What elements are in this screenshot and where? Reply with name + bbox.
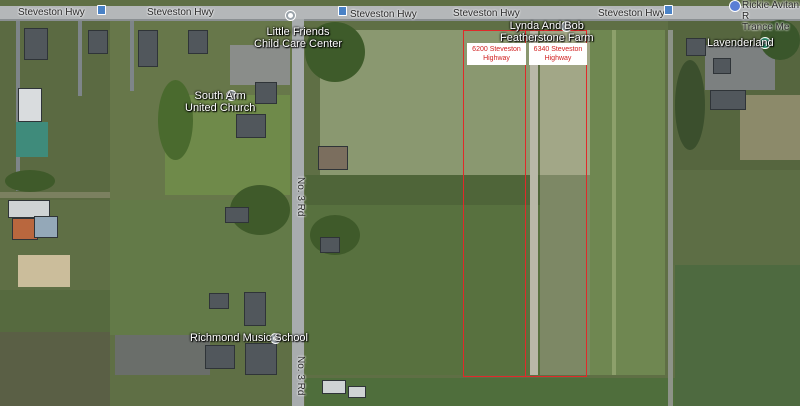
tree-cluster-7 bbox=[5, 170, 55, 192]
place-label-richmond-music-school[interactable]: Richmond Music School bbox=[190, 332, 308, 344]
place-label-rickie-avitan[interactable]: Rickie Avitan R Trance Me bbox=[742, 0, 800, 33]
building bbox=[188, 30, 208, 54]
road-label-no3-rd: No. 3 Rd bbox=[295, 356, 306, 396]
parcel-6340-outline[interactable] bbox=[525, 30, 587, 377]
music-school-building bbox=[205, 345, 235, 369]
road-label-steveston-hwy: Steveston Hwy bbox=[18, 7, 85, 18]
bus-stop-icon[interactable] bbox=[97, 5, 106, 15]
field-sw-strip bbox=[0, 290, 110, 332]
road-label-steveston-hwy: Steveston Hwy bbox=[598, 8, 665, 19]
parcel-6340-label[interactable]: 6340 Steveston Highway bbox=[529, 43, 587, 65]
childcare-parking bbox=[230, 45, 290, 85]
building bbox=[18, 88, 42, 122]
bus-stop-icon[interactable] bbox=[664, 5, 673, 15]
building bbox=[24, 28, 48, 60]
building bbox=[34, 216, 58, 238]
church-building bbox=[236, 114, 266, 138]
lavender-rows bbox=[740, 95, 800, 160]
building bbox=[209, 293, 229, 309]
building bbox=[320, 237, 340, 253]
bus-stop-icon[interactable] bbox=[338, 6, 347, 16]
place-label-lavenderland[interactable]: Lavenderland bbox=[707, 37, 774, 49]
road-label-steveston-hwy: Steveston Hwy bbox=[453, 8, 520, 19]
side-street-3 bbox=[130, 21, 134, 91]
place-label-south-arm-church[interactable]: South Arm United Church bbox=[185, 90, 255, 114]
building bbox=[686, 38, 706, 56]
lane-west bbox=[0, 192, 110, 198]
road-label-steveston-hwy: Steveston Hwy bbox=[350, 9, 417, 20]
place-label-featherstone-farm[interactable]: Lynda And Bob Featherstone Farm bbox=[500, 20, 594, 44]
building bbox=[225, 207, 249, 223]
field-se bbox=[675, 265, 800, 406]
building bbox=[255, 82, 277, 104]
road-label-steveston-hwy: Steveston Hwy bbox=[147, 7, 214, 18]
music-school-building bbox=[245, 343, 277, 375]
house bbox=[318, 146, 348, 170]
building bbox=[138, 30, 158, 67]
side-street-2 bbox=[78, 21, 82, 96]
parcel-6200-label[interactable]: 6200 Steveston Highway bbox=[467, 43, 526, 65]
building bbox=[348, 386, 366, 398]
satellite-map[interactable]: 6200 Steveston Highway 6340 Steveston Hi… bbox=[0, 0, 800, 406]
east-lane bbox=[668, 30, 673, 406]
building bbox=[244, 292, 266, 326]
building bbox=[88, 30, 108, 54]
field-east-mid bbox=[668, 170, 800, 265]
tennis-court bbox=[16, 122, 48, 157]
building bbox=[322, 380, 346, 394]
sand-arena bbox=[18, 255, 70, 287]
parcel-6200-outline[interactable] bbox=[463, 30, 526, 377]
place-label-little-friends[interactable]: Little Friends Child Care Center bbox=[254, 26, 342, 50]
building bbox=[710, 90, 746, 110]
place-pin-icon[interactable] bbox=[285, 10, 296, 21]
field-divider bbox=[612, 30, 616, 375]
building bbox=[713, 58, 731, 74]
tree-cluster-5 bbox=[675, 60, 705, 150]
field-east-stripes bbox=[590, 30, 665, 375]
road-label-no3-rd: No. 3 Rd bbox=[295, 177, 306, 217]
place-pin-icon[interactable] bbox=[729, 0, 741, 12]
